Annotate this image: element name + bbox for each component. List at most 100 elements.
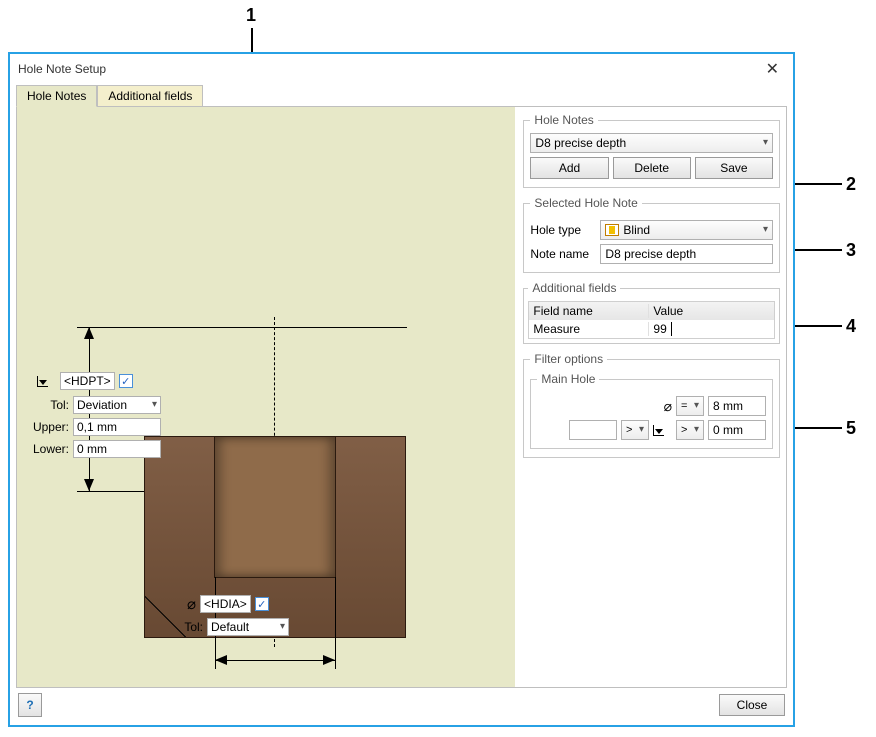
dim-top-ext [77,327,407,328]
filter-depth-row: > ▾ > ▾ 0 mm [537,420,766,440]
delete-button[interactable]: Delete [613,157,691,179]
callout-2-line [794,183,842,185]
hdpt-row: <HDPT> ✓ [37,372,133,390]
tol2-row: Tol: Default ▾ [155,618,289,636]
upper-field[interactable]: 0,1 mm [73,418,161,436]
group-additional-fields: Additional fields Field name Value Measu… [523,281,780,344]
dim-dia-line [215,660,335,661]
dialog-footer: ? Close [18,691,785,719]
arrow-down [84,479,94,491]
op-gt-1: > [626,420,632,440]
af-data-row[interactable]: Measure 99 [529,320,774,338]
dialog-window: Hole Note Setup ✕ Hole Notes Additional … [8,52,795,727]
dialog-title: Hole Note Setup [18,62,760,76]
tol2-mode-combo[interactable]: Default ▾ [207,618,289,636]
depth-value: 0 mm [713,420,743,440]
chevron-down-icon: ▾ [152,395,157,415]
close-icon[interactable]: ✕ [760,59,785,79]
chevron-down-icon: ▾ [694,396,699,416]
diam-op-combo[interactable]: = ▾ [676,396,704,416]
depth-op-combo[interactable]: > ▾ [676,420,704,440]
group-selected-note: Selected Hole Note Hole type Blind ▾ Not… [523,196,780,273]
arrow-right [323,655,335,665]
tol-mode-value: Deviation [77,395,127,415]
depth-secondary-op[interactable]: > ▾ [621,420,649,440]
group-hole-notes: Hole Notes D8 precise depth ▾ Add Delete… [523,113,780,188]
group-additional-fields-legend: Additional fields [528,281,620,295]
diameter-symbol-icon: ⌀ [664,398,672,415]
diam-value: 8 mm [713,396,743,416]
preview-panel: <HDPT> ✓ Tol: Deviation ▾ Upper: 0,1 mm … [17,107,515,687]
hdia-field[interactable]: <HDIA> [200,595,251,613]
callout-1: 1 [246,5,256,26]
additional-fields-table: Field name Value Measure 99 [528,301,775,339]
tol-row: Tol: Deviation ▾ [17,396,161,414]
diam-value-field[interactable]: 8 mm [708,396,766,416]
tol2-label: Tol: [155,620,207,634]
filter-diameter-row: ⌀ = ▾ 8 mm [537,396,766,416]
hdia-value: <HDIA> [204,597,247,611]
chevron-down-icon: ▾ [639,420,644,440]
note-name-value: D8 precise depth [605,244,696,264]
callout-4: 4 [846,316,856,337]
tol-mode-combo[interactable]: Deviation ▾ [73,396,161,414]
hdia-row: ⌀ <HDIA> ✓ [187,595,269,613]
dim-dia-ext-r [335,577,336,669]
lower-label: Lower: [17,442,73,456]
group-filter-options-legend: Filter options [530,352,607,366]
hole-type-label: Hole type [530,223,594,237]
upper-row: Upper: 0,1 mm [17,418,161,436]
close-button[interactable]: Close [719,694,785,716]
callout-3: 3 [846,240,856,261]
chevron-down-icon: ▾ [763,220,768,240]
callout-5: 5 [846,418,856,439]
lower-row: Lower: 0 mm [17,440,161,458]
dim-bot-ext [77,491,145,492]
group-filter-options: Filter options Main Hole ⌀ = ▾ 8 mm [523,352,780,458]
callout-5-line [794,427,842,429]
tabpage: <HDPT> ✓ Tol: Deviation ▾ Upper: 0,1 mm … [16,106,787,688]
hdia-enable-checkbox[interactable]: ✓ [255,597,269,611]
bore-section [215,437,335,577]
upper-value: 0,1 mm [77,417,117,437]
note-name-field[interactable]: D8 precise depth [600,244,773,264]
note-name-label: Note name [530,247,594,261]
depth-secondary-field[interactable] [569,420,617,440]
diameter-symbol-icon: ⌀ [187,595,196,613]
save-button[interactable]: Save [695,157,773,179]
note-select-value: D8 precise depth [535,133,626,153]
group-hole-notes-legend: Hole Notes [530,113,597,127]
depth-symbol-icon [653,423,672,437]
note-select-combo[interactable]: D8 precise depth ▾ [530,133,773,153]
group-main-hole-legend: Main Hole [537,372,599,386]
chevron-down-icon: ▾ [694,420,699,440]
help-button[interactable]: ? [18,693,42,717]
depth-value-field[interactable]: 0 mm [708,420,766,440]
callout-4-line [794,325,842,327]
tol-label: Tol: [17,398,73,412]
hdpt-enable-checkbox[interactable]: ✓ [119,374,133,388]
tab-hole-notes[interactable]: Hole Notes [16,85,97,107]
hdpt-field[interactable]: <HDPT> [60,372,115,390]
add-button[interactable]: Add [530,157,608,179]
callout-2: 2 [846,174,856,195]
af-cell-value: 99 [649,322,774,336]
hole-type-value: Blind [623,220,650,240]
tol2-mode-value: Default [211,617,249,637]
right-panel: Hole Notes D8 precise depth ▾ Add Delete… [515,107,786,687]
op-gt-2: > [681,420,687,440]
hole-type-combo[interactable]: Blind ▾ [600,220,773,240]
af-header-row: Field name Value [529,302,774,320]
tab-additional-fields[interactable]: Additional fields [97,85,203,107]
lower-value: 0 mm [77,439,107,459]
lower-field[interactable]: 0 mm [73,440,161,458]
group-main-hole: Main Hole ⌀ = ▾ 8 mm [530,372,773,449]
hdpt-value: <HDPT> [64,374,111,388]
upper-label: Upper: [17,420,73,434]
titlebar: Hole Note Setup ✕ [10,54,793,84]
af-col-value: Value [649,304,774,318]
callout-3-line [794,249,842,251]
af-cell-name: Measure [529,322,649,336]
group-selected-note-legend: Selected Hole Note [530,196,641,210]
arrow-left [215,655,227,665]
